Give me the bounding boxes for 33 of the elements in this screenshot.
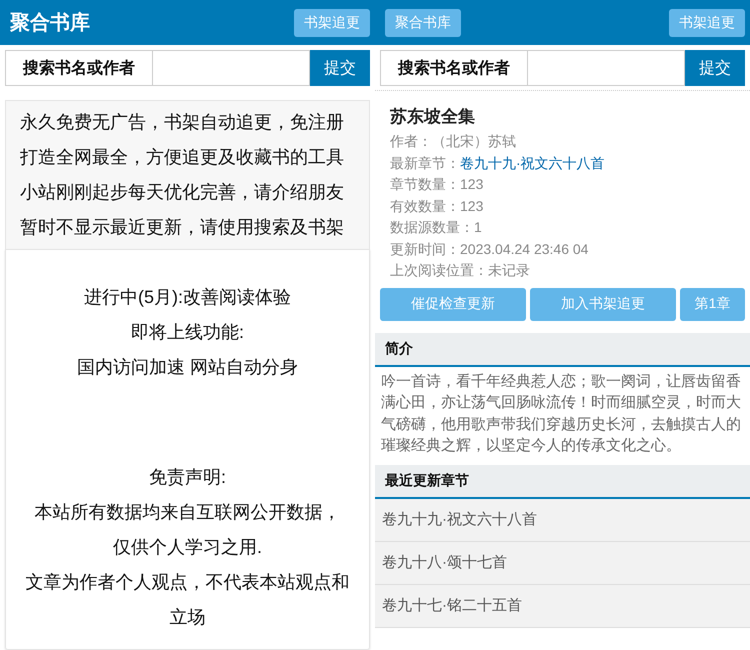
notice-text: 暂时不显示最近更新，请使用搜索及书架 — [20, 216, 345, 239]
book-info-text: 更新时间：2023.04.24 23:46 04 — [390, 240, 590, 258]
latest-chapter-link[interactable]: 卷九十九·祝文六十八首 — [460, 154, 605, 170]
book-info-text: 作者：（北宋）苏轼 — [390, 132, 517, 151]
search-label: 搜索书名或作者 — [5, 50, 153, 86]
status-text: 国内访问加速 网站自动分身 — [76, 356, 299, 379]
book-info-text: 章节数量：123 — [390, 175, 484, 194]
submit-button[interactable]: 提交 — [685, 50, 745, 86]
disclaimer-text: 免责声明: — [148, 466, 227, 489]
book-info-text: 数据源数量：1 — [390, 218, 483, 237]
chapter-link[interactable]: 卷九十七·铭二十五首 — [375, 584, 750, 628]
disclaimer-text: 仅供个人学习之用. — [112, 536, 263, 559]
disclaimer-text: 文章为作者个人观点，不代表本站观点和立场 — [24, 571, 350, 629]
search-field[interactable] — [153, 50, 310, 86]
search-label: 搜索书名或作者 — [380, 50, 528, 86]
intro-text: 吟一首诗，看千年经典惹人恋；歌一阕词，让唇齿留香满心田，亦让荡气回肠咏流传！时而细腻空灵，时而大气磅礴，他用歌声带我们穿越历史长河，去触摸古人的璀璨经典之辉，以坚定今人的传承文化之心。 — [380, 372, 742, 456]
book-info-text: 有效数量：123 — [390, 196, 484, 216]
site-title: 聚合书库 — [10, 10, 90, 36]
notice-text: 小站刚刚起步每天优化完善，请介绍朋友 — [20, 181, 345, 204]
submit-button[interactable]: 提交 — [310, 50, 370, 86]
disclaimer-text: 本站所有数据均来自互联网公开数据， — [34, 501, 342, 524]
section-title: 简介 — [385, 340, 413, 358]
notice-text: 永久免费无广告，书架自动追更，免注册 — [20, 111, 345, 134]
book-title: 苏东坡全集 — [390, 106, 476, 128]
notice-text: 打造全网最全，方便追更及收藏书的工具 — [20, 146, 345, 169]
chapter-link[interactable]: 卷九十九·祝文六十八首 — [375, 498, 750, 542]
status-text: 即将上线功能: — [130, 321, 245, 344]
search-field[interactable] — [528, 50, 685, 86]
section-title: 最近更新章节 — [385, 472, 469, 490]
book-info-text: 最新章节：卷九十九·祝文六十八首 — [390, 154, 606, 172]
status-text: 进行中(5月):改善阅读体验 — [83, 286, 292, 309]
book-info-text: 上次阅读位置：未记录 — [390, 261, 531, 280]
chapter-link[interactable]: 卷九十八·颂十七首 — [375, 542, 750, 584]
